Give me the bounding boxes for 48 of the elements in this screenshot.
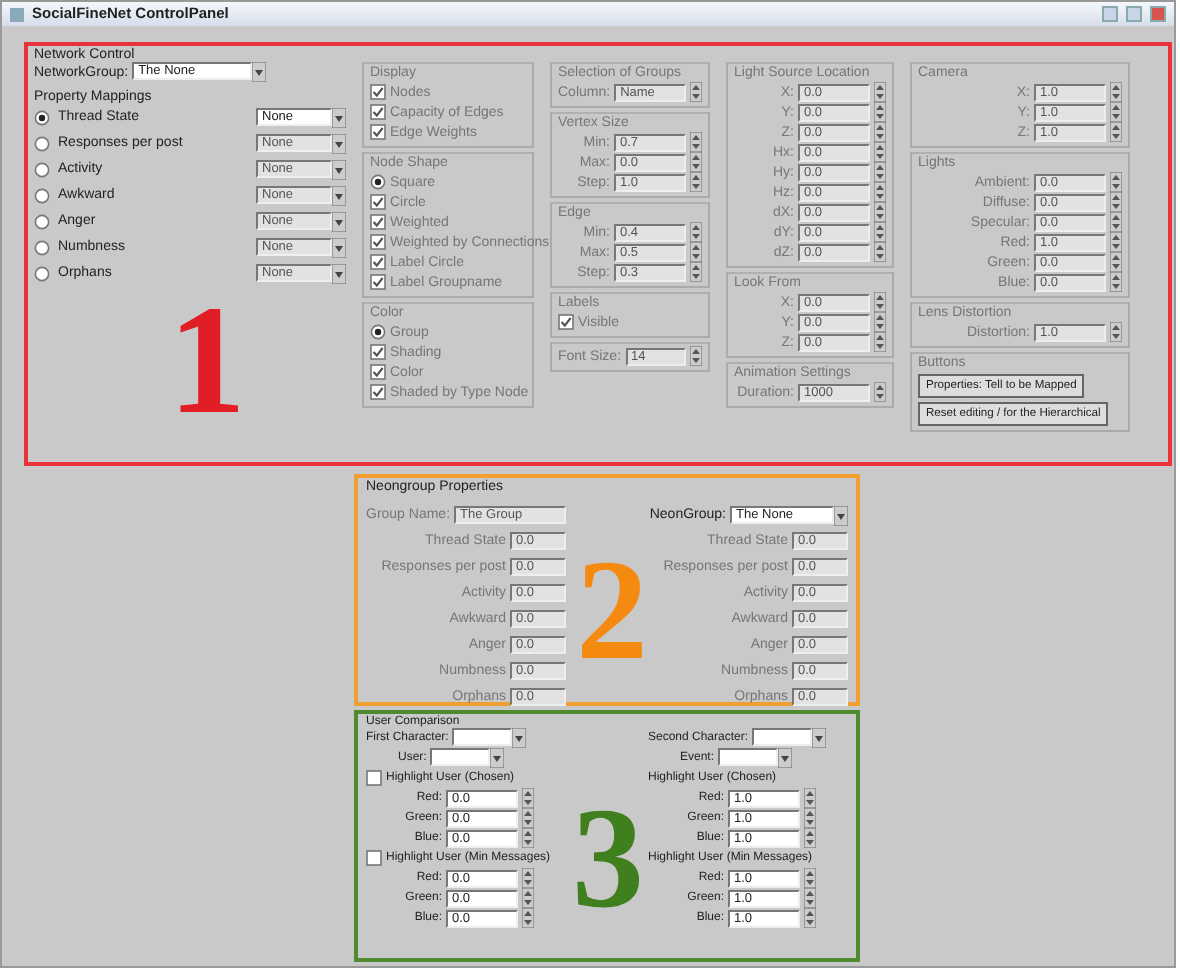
- dropdown[interactable]: [430, 748, 491, 766]
- dropdown-caret-icon[interactable]: [490, 748, 505, 768]
- checkbox[interactable]: [370, 254, 386, 270]
- checkbox[interactable]: [366, 770, 382, 786]
- dropdown[interactable]: [718, 748, 779, 766]
- checkbox[interactable]: [370, 194, 386, 210]
- radio-button[interactable]: [370, 174, 386, 190]
- dropdown-caret-icon[interactable]: [332, 263, 346, 283]
- checkbox[interactable]: [366, 850, 382, 866]
- dropdown-caret-icon[interactable]: [812, 728, 827, 748]
- spinner-icon[interactable]: [690, 82, 702, 102]
- radio-button[interactable]: [34, 265, 50, 281]
- checkbox[interactable]: [370, 214, 386, 230]
- app-icon: [10, 7, 24, 21]
- radio-button[interactable]: [34, 109, 50, 125]
- spinner-icon[interactable]: [690, 346, 702, 366]
- checkbox[interactable]: [370, 384, 386, 400]
- spinner-icon[interactable]: [1110, 322, 1122, 342]
- checkbox[interactable]: [370, 84, 386, 100]
- radio-button[interactable]: [34, 135, 50, 151]
- checkbox[interactable]: [370, 104, 386, 120]
- dropdown[interactable]: [752, 728, 813, 746]
- checkbox[interactable]: [370, 234, 386, 250]
- overlay-number: 3: [572, 786, 644, 930]
- radio-button[interactable]: [34, 213, 50, 229]
- spinner-icon[interactable]: [874, 382, 886, 402]
- checkbox[interactable]: [370, 124, 386, 140]
- checkbox[interactable]: [370, 274, 386, 290]
- dropdown-caret-icon[interactable]: [332, 159, 346, 179]
- overlay-number: 2: [576, 538, 648, 682]
- dropdown-caret-icon[interactable]: [332, 107, 346, 127]
- dropdown-caret-icon[interactable]: [332, 185, 346, 205]
- checkbox[interactable]: [558, 314, 574, 330]
- radio-button[interactable]: [34, 187, 50, 203]
- radio-button[interactable]: [34, 161, 50, 177]
- dropdown-caret-icon[interactable]: [252, 62, 267, 82]
- overlay-number: 1: [168, 282, 246, 438]
- dropdown-caret-icon[interactable]: [332, 211, 346, 231]
- checkbox[interactable]: [370, 344, 386, 360]
- dropdown-caret-icon[interactable]: [332, 133, 346, 153]
- dropdown[interactable]: [452, 728, 513, 746]
- checkbox[interactable]: [370, 364, 386, 380]
- dropdown-caret-icon[interactable]: [512, 728, 527, 748]
- dropdown-caret-icon[interactable]: [332, 237, 346, 257]
- dropdown-caret-icon[interactable]: [778, 748, 793, 768]
- radio-button[interactable]: [34, 239, 50, 255]
- dropdown-caret-icon[interactable]: [834, 505, 848, 525]
- radio-button[interactable]: [370, 324, 386, 340]
